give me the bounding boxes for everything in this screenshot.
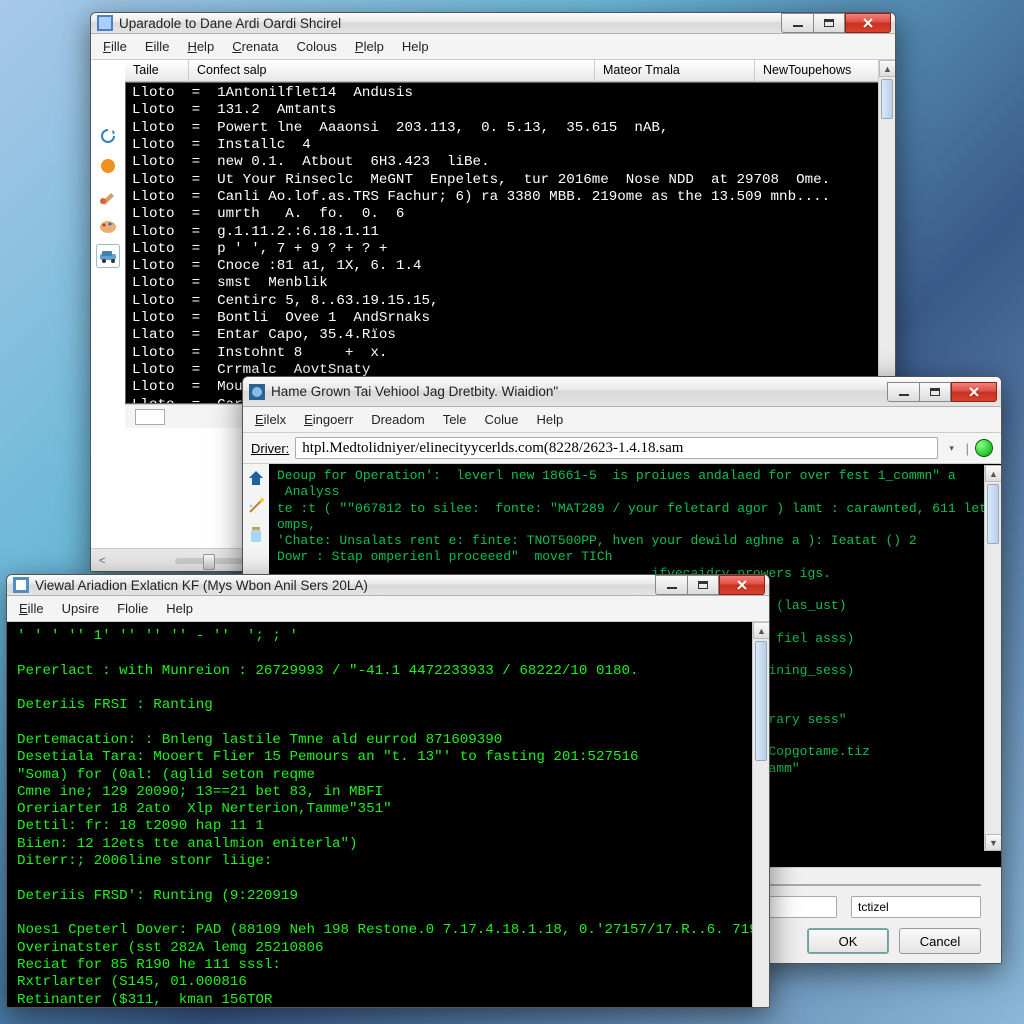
cancel-button[interactable]: Cancel xyxy=(899,928,981,954)
menu-colue[interactable]: Colue xyxy=(477,409,527,430)
menu-help[interactable]: Help xyxy=(179,36,222,57)
menu-eille[interactable]: Eille xyxy=(11,598,52,619)
menu-eingoerr[interactable]: Eingoerr xyxy=(296,409,361,430)
menubar: Eille Upsire Flolie Help xyxy=(7,596,769,622)
menu-help[interactable]: Help xyxy=(529,409,572,430)
menu-colous[interactable]: Colous xyxy=(288,36,344,57)
menu-tele[interactable]: Tele xyxy=(435,409,475,430)
titlebar[interactable]: Uparadole to Dane Ardi Oardi Shcirel xyxy=(91,13,895,34)
menubar: Eilelx Eingoerr Dreadom Tele Colue Help xyxy=(243,407,1001,433)
menu-help[interactable]: Help xyxy=(158,598,201,619)
window-controls xyxy=(887,382,997,402)
col-newtoupe[interactable]: NewToupehows xyxy=(755,60,895,81)
close-button[interactable] xyxy=(951,382,997,402)
close-button[interactable] xyxy=(719,575,765,595)
small-input[interactable] xyxy=(135,409,165,425)
maximize-button[interactable] xyxy=(687,575,719,595)
wand-icon[interactable] xyxy=(247,497,265,518)
ok-button[interactable]: OK xyxy=(807,928,889,954)
menu-help2[interactable]: Help xyxy=(394,36,437,57)
columns-header: Taile Confect salp Mateor Tmala NewToupe… xyxy=(125,60,895,82)
orange-ball-icon[interactable] xyxy=(96,154,120,178)
sep: | xyxy=(966,441,969,456)
palette-icon[interactable] xyxy=(96,214,120,238)
vertical-scrollbar[interactable]: ▲ ▼ xyxy=(752,622,769,1008)
close-button[interactable] xyxy=(845,13,891,33)
console-output: ' ' ' '' 1' '' '' '' - '' '; ; ' Pererla… xyxy=(7,622,769,1008)
input-text: tctizel xyxy=(858,900,889,914)
titlebar[interactable]: Hame Grown Tai Vehiool Jag Dretbity. Wia… xyxy=(243,377,1001,407)
maximize-button[interactable] xyxy=(919,382,951,402)
window-title: Viewal Ariadion Exlaticn KF (Mys Wbon An… xyxy=(35,578,655,593)
address-dropdown[interactable]: ▾ xyxy=(944,443,960,454)
maximize-button[interactable] xyxy=(813,13,845,33)
vertical-toolbar xyxy=(95,124,121,268)
vertical-scrollbar[interactable]: ▲ ▼ xyxy=(984,465,1001,851)
col-mateor[interactable]: Mateor Tmala xyxy=(595,60,755,81)
menu-upsire[interactable]: Upsire xyxy=(54,598,108,619)
menu-dreadom[interactable]: Dreadom xyxy=(363,409,432,430)
go-button[interactable] xyxy=(975,439,993,457)
minimize-button[interactable] xyxy=(887,382,919,402)
menu-fille[interactable]: Fille xyxy=(95,36,135,57)
input-tctizel[interactable]: tctizel xyxy=(851,896,981,918)
minimize-button[interactable] xyxy=(655,575,687,595)
menubar: Fille Eille Help Crenata Colous Plelp He… xyxy=(91,34,895,60)
menu-flolie[interactable]: Flolie xyxy=(109,598,156,619)
window-viewal-ariadion: Viewal Ariadion Exlaticn KF (Mys Wbon An… xyxy=(6,574,770,1008)
titlebar[interactable]: Viewal Ariadion Exlaticn KF (Mys Wbon An… xyxy=(7,575,769,596)
menu-plelp[interactable]: Plelp xyxy=(347,36,392,57)
car-icon[interactable] xyxy=(96,244,120,268)
progress-bar xyxy=(761,884,981,886)
home-icon[interactable] xyxy=(246,468,266,491)
menu-eilelx[interactable]: Eilelx xyxy=(247,409,294,430)
console-output: Lloto = 1Antonilflet14 Andusis Lloto = 1… xyxy=(125,82,895,404)
window-controls xyxy=(655,575,765,595)
address-label: Driver: xyxy=(251,441,289,456)
app-icon xyxy=(97,15,113,31)
address-input[interactable]: htpl.Medtolidniyer/elinecityycerlds.com(… xyxy=(295,437,937,459)
address-value: htpl.Medtolidniyer/elinecityycerlds.com(… xyxy=(302,440,683,457)
menu-crenata[interactable]: Crenata xyxy=(224,36,286,57)
address-bar: Driver: htpl.Medtolidniyer/elinecityycer… xyxy=(243,433,1001,464)
col-taile[interactable]: Taile xyxy=(125,60,189,81)
app-icon xyxy=(13,577,29,593)
window-controls xyxy=(781,13,891,33)
col-confect[interactable]: Confect salp xyxy=(189,60,595,81)
window-title: Hame Grown Tai Vehiool Jag Dretbity. Wia… xyxy=(271,384,887,399)
app-icon xyxy=(249,384,265,400)
brush-icon[interactable] xyxy=(96,184,120,208)
jar-icon[interactable] xyxy=(247,524,265,547)
refresh-icon[interactable] xyxy=(96,124,120,148)
status-dot: < xyxy=(99,555,105,567)
minimize-button[interactable] xyxy=(781,13,813,33)
window-title: Uparadole to Dane Ardi Oardi Shcirel xyxy=(119,16,781,31)
menu-eille[interactable]: Eille xyxy=(137,36,178,57)
